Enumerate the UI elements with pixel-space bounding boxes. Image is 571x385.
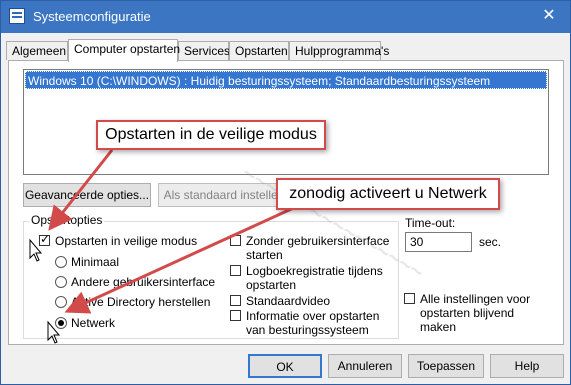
tab-computer-opstarten[interactable]: Computer opstarten xyxy=(68,39,180,62)
cursor-icon xyxy=(29,238,43,262)
cursor-icon xyxy=(47,320,61,344)
callout-network: zonodig activeert u Netwerk xyxy=(276,178,500,210)
callout-safe-mode: Opstarten in de veilige modus xyxy=(96,120,326,150)
arrow-to-netwerk xyxy=(64,203,301,314)
arrow-to-safe-boot xyxy=(48,149,114,231)
